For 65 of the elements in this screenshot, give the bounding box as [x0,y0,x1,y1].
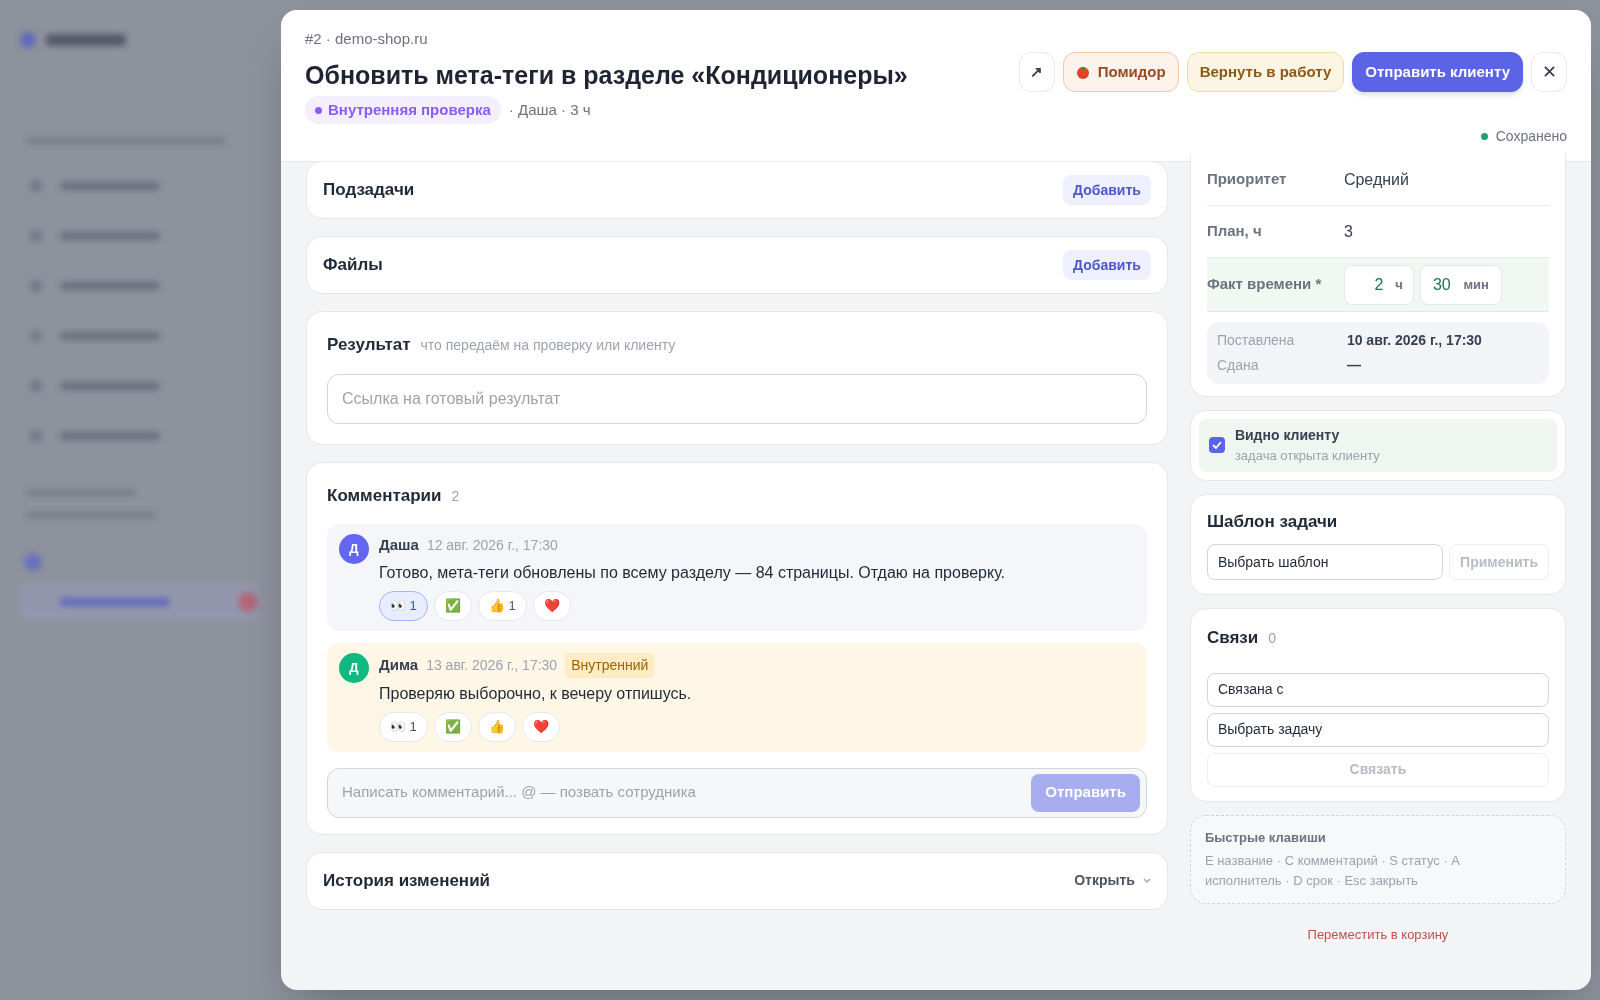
property-value: Средний [1343,169,1409,190]
section-title: Шаблон задачи [1206,510,1339,533]
section-title: Файлы [323,254,383,277]
property-label: План, ч [1206,221,1263,242]
visibility-subtitle: задача открыта клиенту [1234,447,1380,465]
comment-date: 13 авг. 2026 г., 17:30 [426,655,558,675]
checkbox[interactable] [1208,437,1225,454]
link-type-select[interactable]: Связана с [1206,672,1549,707]
reaction-chip[interactable]: 👀 1 [379,711,428,742]
internal-badge: Внутренний [565,652,655,678]
links-count: 0 [1268,629,1277,648]
comment-author: Дима [379,654,419,675]
property-value: 3 [1343,221,1353,242]
close-button[interactable]: ✕ [1531,52,1567,92]
add-button[interactable]: Добавить [1063,250,1151,280]
comment-author: Даша [379,535,419,555]
chevron-down-icon [1142,877,1151,884]
saved-dot-icon [1480,133,1488,140]
expand-button[interactable]: Открыть [1074,870,1151,891]
section-title: История изменений [323,869,491,892]
return-to-work-button[interactable]: Вернуть в работу [1186,52,1345,92]
reaction-chip[interactable]: ❤ [521,711,560,742]
visibility-toggle[interactable]: Видно клиенту задача открыта клиенту [1198,419,1557,472]
move-to-trash-link[interactable]: Переместить в корзину [1307,925,1449,945]
section-title: Связи [1206,627,1259,649]
check-icon [1211,441,1222,450]
reaction-chip[interactable]: 👀 1 [379,590,428,621]
section-hint: что передаём на проверку или клиенту [420,336,676,355]
section-title: Подзадачи [323,179,415,202]
visibility-title: Видно клиенту [1234,426,1341,445]
avatar: Д [339,652,369,683]
add-button[interactable]: Добавить [1063,175,1151,205]
pomodoro-button[interactable]: Помидор [1062,52,1179,92]
open-external-button[interactable]: ↗ [1018,52,1055,92]
status-badge: Внутренняя проверка [305,96,501,124]
date-label: Поставлена [1216,331,1296,350]
template-select[interactable]: Выбрать шаблон [1206,544,1444,580]
reaction-chip[interactable]: ✅ [433,590,472,621]
date-value: — [1346,356,1361,375]
property-label: Факт времени * [1206,274,1323,295]
comment-text: Готово, мета-теги обновлены по всему разделу — 84 страницы. Отдаю на проверку. [379,562,1006,583]
comment-count: 2 [451,486,460,506]
breadcrumb: #2 · demo-shop.ru [305,29,429,49]
avatar: Д [339,534,369,564]
task-meta: · Даша · 3 ч [508,99,591,120]
send-to-client-button[interactable]: Отправить клиенту [1352,52,1523,92]
reaction-chip[interactable]: ❤ [532,590,571,621]
date-value: 10 авг. 2026 г., 17:30 [1346,331,1482,350]
section-title: Результат [327,334,411,356]
section-title: Комментарии [327,484,442,507]
result-link-field[interactable]: Ссылка на готовый результат [327,373,1147,424]
tomato-icon [1075,65,1090,79]
hours-field[interactable]: 2 ч [1343,264,1414,305]
comment-date: 12 авг. 2026 г., 17:30 [426,535,558,555]
saved-status: Сохранено [1495,127,1567,146]
minutes-field[interactable]: 30 мин [1419,264,1502,305]
reaction-chip[interactable]: 👍 1 [477,590,527,621]
date-label: Сдана [1216,356,1260,375]
shortcuts-title: Быстрые клавиши [1204,828,1327,847]
comment-text: Проверяю выборочно, к вечеру отпишусь. [379,683,692,704]
task-select[interactable]: Выбрать задачу [1206,712,1549,747]
shortcuts-text: E название · C комментарий · S статус · A исполнитель · D срок · Esc закрыть [1204,852,1461,890]
task-title: Обновить мета-теги в разделе «Кондиционеры» [305,59,908,91]
property-label: Приоритет [1206,169,1288,190]
reaction-chip[interactable]: ✅ [433,711,472,742]
